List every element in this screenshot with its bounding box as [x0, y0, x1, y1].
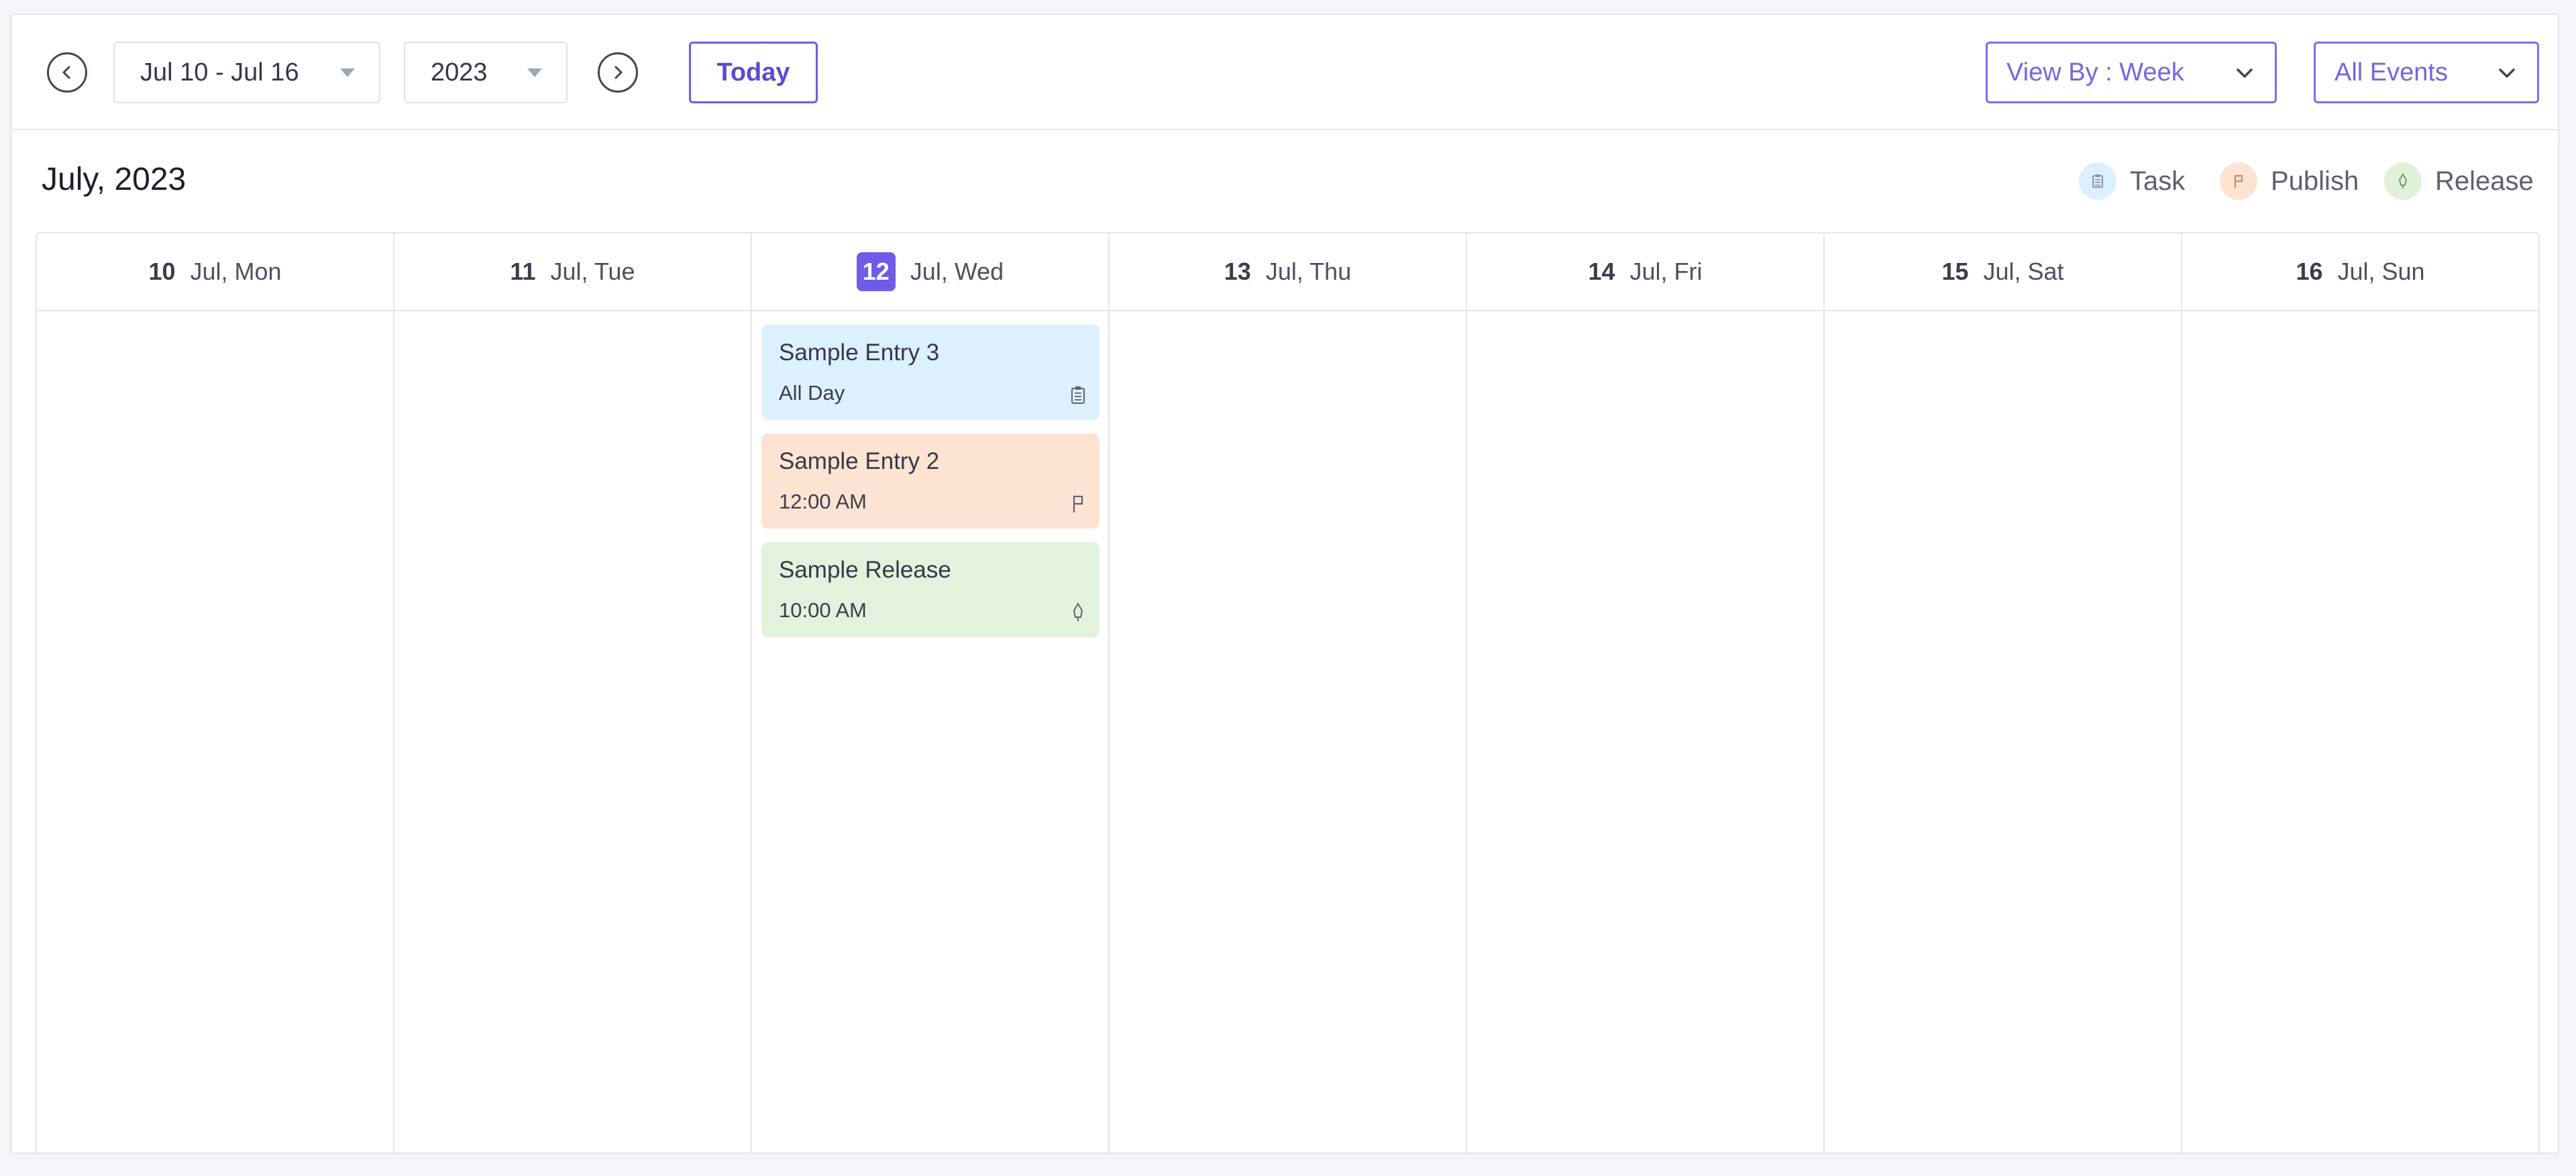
week-grid: 10 Jul, Mon 11 Jul, Tue 12 Jul, Wed Samp…: [36, 232, 2540, 1153]
today-day-number: 12: [856, 252, 896, 291]
day-column-tue[interactable]: 11 Jul, Tue: [394, 233, 752, 1153]
event-card-task[interactable]: Sample Entry 3 All Day: [761, 325, 1099, 420]
day-number: 13: [1224, 258, 1251, 285]
view-by-select[interactable]: View By : Week: [1986, 42, 2277, 103]
today-button[interactable]: Today: [689, 42, 818, 103]
day-label: Jul, Sun: [2337, 258, 2425, 285]
day-number: 14: [1588, 258, 1615, 285]
event-card-publish[interactable]: Sample Entry 2 12:00 AM: [761, 433, 1099, 529]
day-header: 16 Jul, Sun: [2182, 233, 2538, 311]
day-column-sat[interactable]: 15 Jul, Sat: [1825, 233, 2182, 1153]
day-column-thu[interactable]: 13 Jul, Thu: [1110, 233, 1467, 1153]
calendar-app: Jul 10 - Jul 16 2023 Today View By : Wee…: [10, 13, 2559, 1154]
day-header: 13 Jul, Thu: [1110, 233, 1466, 311]
event-title: Sample Entry 2: [779, 448, 940, 474]
event-time: 10:00 AM: [779, 598, 867, 622]
event-title: Sample Entry 3: [779, 339, 940, 366]
flag-icon: [1073, 495, 1083, 513]
day-label: Jul, Thu: [1265, 258, 1352, 285]
caret-down-icon: [340, 68, 355, 77]
chevron-down-icon: [2499, 68, 2515, 78]
legend-release-label: Release: [2435, 166, 2534, 196]
event-time: 12:00 AM: [779, 490, 867, 513]
event-filter-select[interactable]: All Events: [2314, 42, 2539, 103]
legend-publish: Publish: [2220, 162, 2359, 200]
clipboard-icon: [1071, 386, 1085, 404]
view-by-value: View By : Week: [2006, 58, 2184, 87]
day-column-wed[interactable]: 12 Jul, Wed Sample Entry 3 All Day Sampl…: [752, 233, 1110, 1153]
event-time: All Day: [779, 381, 845, 405]
chevron-down-icon: [2237, 68, 2253, 78]
day-number: 10: [148, 258, 176, 285]
day-header: 11 Jul, Tue: [394, 233, 751, 311]
event-card-release[interactable]: Sample Release 10:00 AM: [761, 542, 1099, 637]
legend-release: Release: [2384, 162, 2534, 200]
next-week-button[interactable]: [598, 52, 638, 93]
day-header: 14 Jul, Fri: [1467, 233, 1823, 311]
chevron-right-icon: [614, 66, 623, 79]
clipboard-icon: [2079, 162, 2116, 200]
caret-down-icon: [527, 68, 542, 77]
day-header: 12 Jul, Wed: [752, 233, 1108, 311]
day-label: Jul, Sat: [1983, 258, 2064, 285]
day-column-fri[interactable]: 14 Jul, Fri: [1467, 233, 1825, 1153]
flag-icon: [2220, 162, 2257, 200]
year-select[interactable]: 2023: [404, 42, 568, 103]
day-label: Jul, Tue: [550, 258, 635, 285]
day-column-mon[interactable]: 10 Jul, Mon: [37, 233, 394, 1153]
event-filter-value: All Events: [2334, 58, 2448, 87]
day-label: Jul, Fri: [1629, 258, 1703, 285]
legend-publish-label: Publish: [2271, 166, 2359, 196]
event-title: Sample Release: [779, 557, 951, 583]
day-label: Jul, Mon: [190, 258, 282, 285]
rocket-icon: [1073, 602, 1083, 621]
day-header: 15 Jul, Sat: [1825, 233, 2181, 311]
month-title: July, 2023: [42, 162, 186, 197]
rocket-icon: [2384, 162, 2422, 200]
day-header: 10 Jul, Mon: [37, 233, 393, 311]
day-number: 16: [2296, 258, 2323, 285]
day-label: Jul, Wed: [910, 258, 1004, 285]
day-number: 15: [1941, 258, 1969, 285]
chevron-left-icon: [62, 66, 70, 79]
previous-week-button[interactable]: [47, 52, 87, 93]
calendar-toolbar: Jul 10 - Jul 16 2023 Today View By : Wee…: [11, 15, 2558, 130]
day-number: 11: [510, 258, 536, 285]
legend-task: Task: [2079, 162, 2185, 200]
week-range-value: Jul 10 - Jul 16: [140, 58, 299, 87]
legend-task-label: Task: [2130, 166, 2186, 196]
year-value: 2023: [431, 58, 488, 87]
week-range-select[interactable]: Jul 10 - Jul 16: [113, 42, 380, 103]
day-column-sun[interactable]: 16 Jul, Sun: [2182, 233, 2538, 1153]
